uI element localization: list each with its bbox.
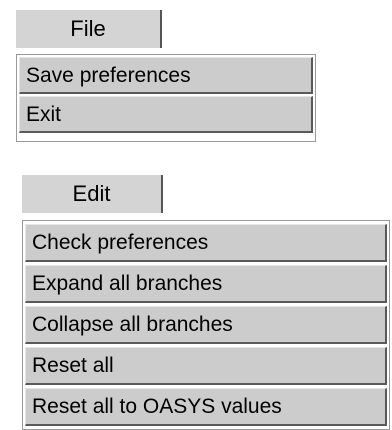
edit-menu-header[interactable]: Edit bbox=[22, 175, 163, 213]
edit-menu-panel: Check preferences Expand all branches Co… bbox=[22, 220, 390, 430]
menu-item-check-preferences[interactable]: Check preferences bbox=[25, 224, 387, 262]
file-menu-panel: Save preferences Exit bbox=[16, 54, 316, 142]
menu-item-reset-all-to-oasys-values[interactable]: Reset all to OASYS values bbox=[25, 388, 387, 426]
file-menu-header[interactable]: File bbox=[16, 10, 162, 48]
menu-item-exit[interactable]: Exit bbox=[19, 96, 313, 133]
menu-item-expand-all-branches[interactable]: Expand all branches bbox=[25, 265, 387, 303]
menu-item-collapse-all-branches[interactable]: Collapse all branches bbox=[25, 306, 387, 344]
menu-item-reset-all[interactable]: Reset all bbox=[25, 347, 387, 385]
menu-item-save-preferences[interactable]: Save preferences bbox=[19, 57, 313, 94]
